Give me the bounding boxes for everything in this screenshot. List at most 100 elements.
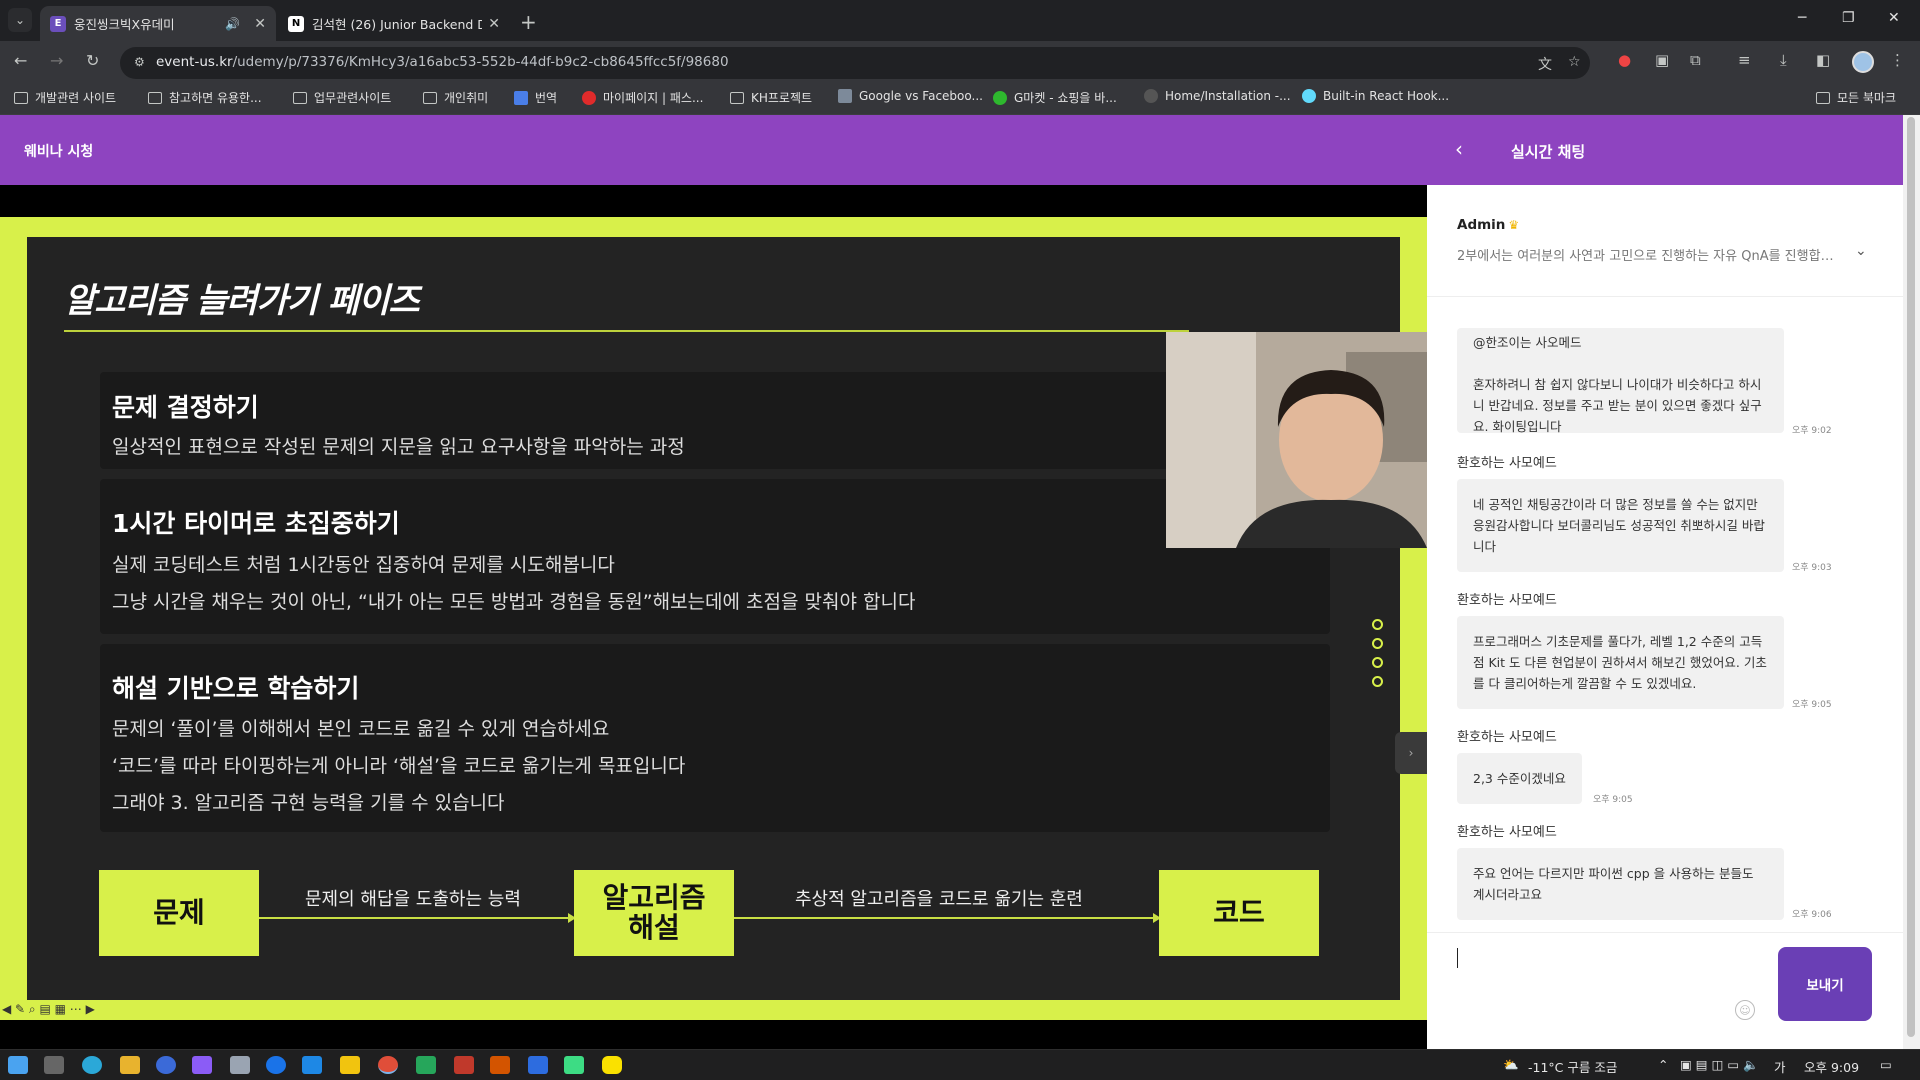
terminal-icon[interactable] (528, 1056, 548, 1074)
speaker-webcam (1166, 332, 1427, 548)
minimize-icon[interactable]: ─ (1798, 10, 1806, 26)
app-icon[interactable] (416, 1056, 436, 1074)
reload-icon[interactable]: ↻ (86, 51, 99, 70)
bookmark-folder[interactable]: 개발관련 사이트 (14, 89, 116, 106)
app-icon[interactable] (490, 1056, 510, 1074)
windows-taskbar: ⛅ -11°C 구름 조금 ⌃ ▣ ▤ ◫ ▭ 🔈 가 오후 9:09 ▭ (0, 1049, 1920, 1080)
edge-icon[interactable] (82, 1056, 102, 1074)
bookmark-link[interactable]: Built-in React Hook... (1302, 89, 1449, 103)
forward-icon[interactable]: → (50, 51, 63, 70)
ime-indicator[interactable]: 가 (1774, 1057, 1786, 1076)
card-text: ‘코드’를 따라 타이핑하는게 아니라 ‘해설’을 코드로 옮기는게 목표입니다 (112, 755, 686, 777)
tray-overflow-icon[interactable]: ⌃ (1658, 1057, 1668, 1072)
scroll-thumb[interactable] (1907, 117, 1915, 1037)
bookmark-star-icon[interactable]: ☆ (1568, 54, 1581, 70)
bookmark-folder[interactable]: 업무관련사이트 (293, 89, 391, 106)
tab-title: 김석현 (26) Junior Backend De (312, 17, 483, 32)
chat-bubble: @한조이는 사오메드 혼자하려니 참 쉽지 않다보니 나이대가 비슷하다고 하시… (1457, 328, 1784, 433)
pinned-user: Admin ♛ (1457, 217, 1520, 233)
download-icon[interactable]: ⤓ (1780, 51, 1787, 69)
tray-icons[interactable]: ▣ ▤ ◫ ▭ 🔈 (1680, 1057, 1759, 1073)
pinned-notice[interactable]: Admin ♛ 2부에서는 여러분의 사연과 고민으로 진행하는 자유 QnA를 … (1427, 185, 1903, 297)
clock[interactable]: 오후 9:09 (1804, 1057, 1859, 1076)
webinar-page: 웨비나 시청 알고리즘 늘려가기 페이즈 문제 결정하기 일상적인 표현으로 작… (0, 115, 1903, 1049)
bookmark-link[interactable]: 번역 (514, 89, 557, 106)
close-window-icon[interactable]: ✕ (1888, 10, 1900, 26)
notes-icon[interactable] (340, 1056, 360, 1074)
extensions-puzzle-icon[interactable]: ⧉ (1690, 51, 1701, 69)
app-icon[interactable] (192, 1056, 212, 1074)
page-dot[interactable] (1372, 676, 1383, 687)
translate-icon[interactable]: 文 (1538, 54, 1552, 74)
kakaotalk-icon[interactable] (602, 1056, 622, 1074)
back-icon[interactable]: ← (14, 51, 27, 70)
title-underline (64, 330, 1189, 332)
speaker-icon[interactable]: 🔊 (225, 17, 240, 31)
bookmark-link[interactable]: 마이페이지 | 패스... (582, 89, 703, 106)
tab-inactive[interactable]: N 김석현 (26) Junior Backend De ✕ (278, 6, 510, 41)
bookmark-link[interactable]: Home/Installation -... (1144, 89, 1291, 103)
card-text: 문제의 ‘풀이’를 이해해서 본인 코드로 옮길 수 있게 연습하세요 (112, 718, 610, 740)
file-explorer-icon[interactable] (120, 1056, 140, 1074)
page-dot[interactable] (1372, 657, 1383, 668)
flow-box-problem: 문제 (99, 870, 259, 956)
bookmark-folder[interactable]: 참고하면 유용한... (148, 89, 262, 106)
send-button[interactable]: 보내기 (1778, 947, 1872, 1021)
flow-arrow (734, 913, 1161, 923)
app-icon[interactable] (230, 1056, 250, 1074)
app-icon[interactable] (156, 1056, 176, 1074)
notification-icon[interactable]: ▭ (1880, 1057, 1892, 1072)
flow-arrow-label: 추상적 알고리즘을 코드로 옮기는 훈련 (795, 889, 1083, 910)
close-tab-icon[interactable]: ✕ (488, 16, 500, 32)
chat-collapse-toggle[interactable]: › (1395, 732, 1427, 774)
extension-icon[interactable]: ● (1618, 51, 1631, 69)
maps-icon[interactable] (266, 1056, 286, 1074)
chat-bubble: 네 공적인 채팅공간이라 더 많은 정보를 쓸 수는 없지만 응원감사합니다 보… (1457, 479, 1784, 572)
media-icon[interactable]: ≡ (1738, 51, 1751, 69)
all-bookmarks[interactable]: 모든 북마크 (1816, 89, 1896, 106)
message-user: 환호하는 사모예드 (1457, 730, 1557, 745)
emoji-icon[interactable]: ☺ (1735, 1000, 1755, 1020)
site-info-icon[interactable]: ⚙ (134, 55, 145, 69)
flow-arrow (259, 913, 576, 923)
bookmark-link[interactable]: Google vs Faceboo... (838, 89, 983, 103)
video-stage[interactable]: 알고리즘 늘려가기 페이즈 문제 결정하기 일상적인 표현으로 작성된 문제의 … (0, 185, 1427, 1049)
page-dot[interactable] (1372, 619, 1383, 630)
flow-box-code: 코드 (1159, 870, 1319, 956)
chat-bubble: 2,3 수준이겠네요 (1457, 753, 1582, 804)
chevron-down-icon[interactable]: ⌄ (1855, 243, 1867, 259)
tab-active[interactable]: E 웅진씽크빅X유데미 🔊 ✕ (40, 6, 276, 41)
message-time: 오후 9:05 (1792, 700, 1832, 710)
menu-icon[interactable]: ⋮ (1890, 51, 1905, 69)
close-tab-icon[interactable]: ✕ (254, 16, 266, 32)
card-text: 그냥 시간을 채우는 것이 아닌, “내가 아는 모든 방법과 경험을 동원”해… (112, 591, 916, 613)
folder-icon (1816, 91, 1830, 104)
message-user: 환호하는 사모예드 (1457, 825, 1557, 840)
page-scrollbar[interactable] (1903, 115, 1920, 1049)
slide-tools[interactable]: ◀ ✎ ⌕ ▤ ▦ ⋯ ▶ (2, 1002, 95, 1017)
vscode-icon[interactable] (302, 1056, 322, 1074)
tab-search-button[interactable]: ⌄ (8, 8, 32, 32)
flow-arrow-label: 문제의 해답을 도출하는 능력 (305, 889, 521, 910)
profile-avatar[interactable] (1852, 51, 1874, 73)
task-view-icon[interactable] (44, 1056, 64, 1074)
extension-icon[interactable]: ▣ (1655, 51, 1669, 69)
bookmark-folder[interactable]: KH프로젝트 (730, 89, 812, 106)
windows-start-icon[interactable] (8, 1056, 28, 1074)
weather-text[interactable]: -11°C 구름 조금 (1528, 1057, 1617, 1076)
chevron-left-icon[interactable]: ‹ (1455, 137, 1463, 161)
address-bar[interactable]: ⚙ event-us.kr/udemy/p/73376/KmHcy3/a16ab… (120, 47, 1590, 79)
new-tab-button[interactable]: + (520, 10, 537, 34)
restore-icon[interactable]: ❐ (1842, 10, 1855, 26)
side-panel-icon[interactable]: ◧ (1816, 51, 1830, 69)
chrome-icon[interactable] (378, 1056, 398, 1074)
weather-icon[interactable]: ⛅ (1503, 1057, 1519, 1073)
page-dot[interactable] (1372, 638, 1383, 649)
url-text: event-us.kr/udemy/p/73376/KmHcy3/a16abc5… (156, 54, 729, 70)
card-heading: 문제 결정하기 (112, 393, 259, 422)
app-icon[interactable] (454, 1056, 474, 1074)
bookmark-folder[interactable]: 개인취미 (423, 89, 488, 106)
chat-input[interactable]: ☺ 보내기 (1427, 932, 1903, 1049)
android-studio-icon[interactable] (564, 1056, 584, 1074)
bookmark-link[interactable]: G마켓 - 쇼핑을 바... (993, 89, 1117, 106)
